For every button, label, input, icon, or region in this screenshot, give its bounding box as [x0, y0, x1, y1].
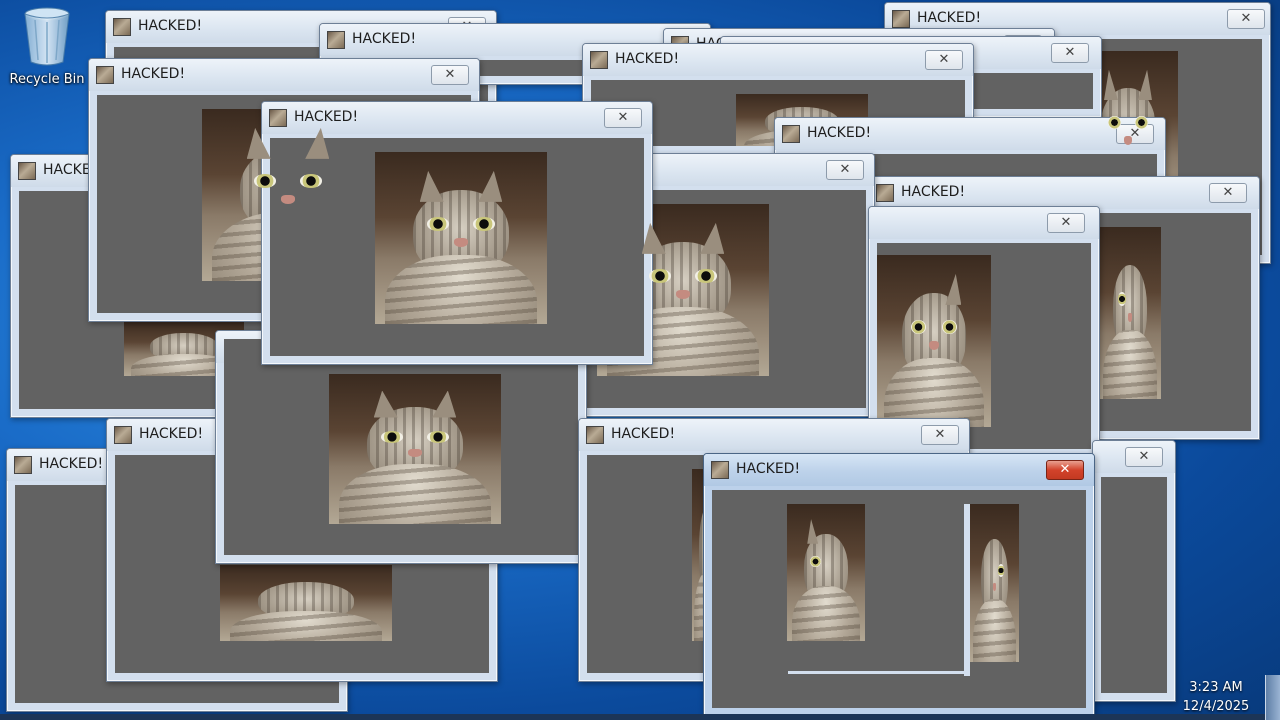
window-titlebar[interactable]: HACKED! ✕ [869, 177, 1259, 209]
window-content [224, 339, 578, 555]
cat-photo [877, 255, 991, 427]
taskbar-clock[interactable]: 3:23 AM 12/4/2025 [1178, 678, 1254, 718]
cat-app-icon [327, 31, 345, 49]
window-content [270, 138, 644, 356]
window-title: HACKED! [917, 10, 982, 26]
window-content [1101, 477, 1167, 693]
window-title: HACKED! [807, 125, 872, 141]
window-title: HACKED! [138, 18, 203, 34]
cat-photo [220, 565, 392, 641]
cat-app-icon [892, 10, 910, 28]
hacked-window[interactable] [215, 330, 587, 564]
close-button[interactable]: ✕ [1116, 124, 1154, 144]
close-button[interactable]: ✕ [1209, 183, 1247, 203]
cat-app-icon [711, 461, 729, 479]
cat-photo [970, 504, 1019, 662]
close-button[interactable]: ✕ [1227, 9, 1265, 29]
close-button[interactable]: ✕ [921, 425, 959, 445]
cat-app-icon [14, 456, 32, 474]
window-titlebar[interactable]: HACKED! ✕ [89, 59, 479, 91]
cat-app-icon [113, 18, 131, 36]
cat-app-icon [782, 125, 800, 143]
window-title: HACKED! [139, 426, 204, 442]
close-button[interactable]: ✕ [1047, 213, 1085, 233]
window-title: HACKED! [294, 109, 359, 125]
window-titlebar[interactable]: ✕ [1093, 441, 1175, 473]
window-title: HACKED! [121, 66, 186, 82]
desktop-icon-recycle-bin[interactable]: Recycle Bin [4, 6, 90, 87]
hacked-window[interactable]: ✕ [1092, 440, 1176, 702]
cat-app-icon [96, 66, 114, 84]
taskbar [0, 714, 1280, 720]
close-button[interactable]: ✕ [1051, 43, 1089, 63]
close-button[interactable]: ✕ [826, 160, 864, 180]
cat-photo [787, 504, 865, 641]
cat-app-icon [114, 426, 132, 444]
recycle-bin-icon [24, 7, 70, 66]
hacked-window-active[interactable]: HACKED! ✕ [703, 453, 1095, 717]
cat-app-icon [590, 51, 608, 69]
desktop: Recycle Bin HACKED! ✕ HACKED! ✕ HACKED! … [0, 0, 1280, 720]
cat-app-icon [876, 184, 894, 202]
window-titlebar[interactable]: HACKED! ✕ [775, 118, 1165, 150]
window-titlebar[interactable]: HACKED! ✕ [704, 454, 1094, 486]
cat-photo [375, 152, 547, 324]
window-title: HACKED! [39, 456, 104, 472]
close-button[interactable]: ✕ [431, 65, 469, 85]
close-button[interactable]: ✕ [1046, 460, 1084, 480]
window-title: HACKED! [736, 461, 801, 477]
close-button[interactable]: ✕ [604, 108, 642, 128]
cat-app-icon [18, 162, 36, 180]
clock-time: 3:23 AM [1189, 680, 1243, 695]
recycle-bin-label: Recycle Bin [9, 72, 85, 87]
cat-app-icon [269, 109, 287, 127]
window-edge-fragment [788, 671, 970, 674]
window-title: HACKED! [615, 51, 680, 67]
window-title: HACKED! [352, 31, 417, 47]
show-desktop-button[interactable] [1265, 675, 1280, 720]
window-titlebar[interactable]: HACKED! ✕ [583, 44, 973, 76]
window-content [712, 490, 1086, 708]
window-title: HACKED! [611, 426, 676, 442]
window-title: HACKED! [901, 184, 966, 200]
window-titlebar[interactable]: HACKED! ✕ [579, 419, 969, 451]
close-button[interactable]: ✕ [1125, 447, 1163, 467]
clock-date: 12/4/2025 [1182, 699, 1250, 714]
close-button[interactable]: ✕ [925, 50, 963, 70]
cat-photo [1099, 227, 1161, 399]
cat-app-icon [586, 426, 604, 444]
window-titlebar[interactable]: ✕ [869, 207, 1099, 239]
cat-photo [329, 374, 501, 524]
